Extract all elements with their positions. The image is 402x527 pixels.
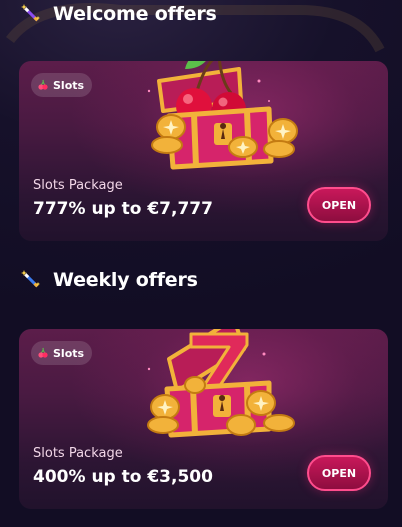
treasure-chest-cherries-illustration xyxy=(147,61,298,170)
offer-card-weekly[interactable]: Slots Slots Package 400% up to €3,500 OP… xyxy=(19,329,388,509)
section-title: Welcome offers xyxy=(53,3,217,25)
treasure-chest-seven-illustration xyxy=(147,329,295,438)
welcome-offers-header: Welcome offers xyxy=(19,2,217,26)
offer-card-welcome[interactable]: Slots Slots Package 777% up to €7,777 OP… xyxy=(19,61,388,241)
magic-wand-icon xyxy=(21,4,40,22)
section-title: Weekly offers xyxy=(53,269,198,291)
category-badge: Slots xyxy=(31,73,93,97)
cherry-icon xyxy=(38,347,48,358)
badge-label: Slots xyxy=(53,78,85,92)
badge-label: Slots xyxy=(53,346,85,360)
offer-amount: 777% up to €7,777 xyxy=(33,199,213,219)
magic-wand-icon xyxy=(21,270,40,288)
offer-amount: 400% up to €3,500 xyxy=(33,467,213,487)
open-button[interactable]: OPEN xyxy=(307,187,371,223)
cherry-icon xyxy=(38,79,48,90)
package-name: Slots Package xyxy=(33,178,123,193)
weekly-offers-header: Weekly offers xyxy=(19,268,198,292)
category-badge: Slots xyxy=(31,341,93,365)
open-button[interactable]: OPEN xyxy=(307,455,371,491)
package-name: Slots Package xyxy=(33,446,123,461)
